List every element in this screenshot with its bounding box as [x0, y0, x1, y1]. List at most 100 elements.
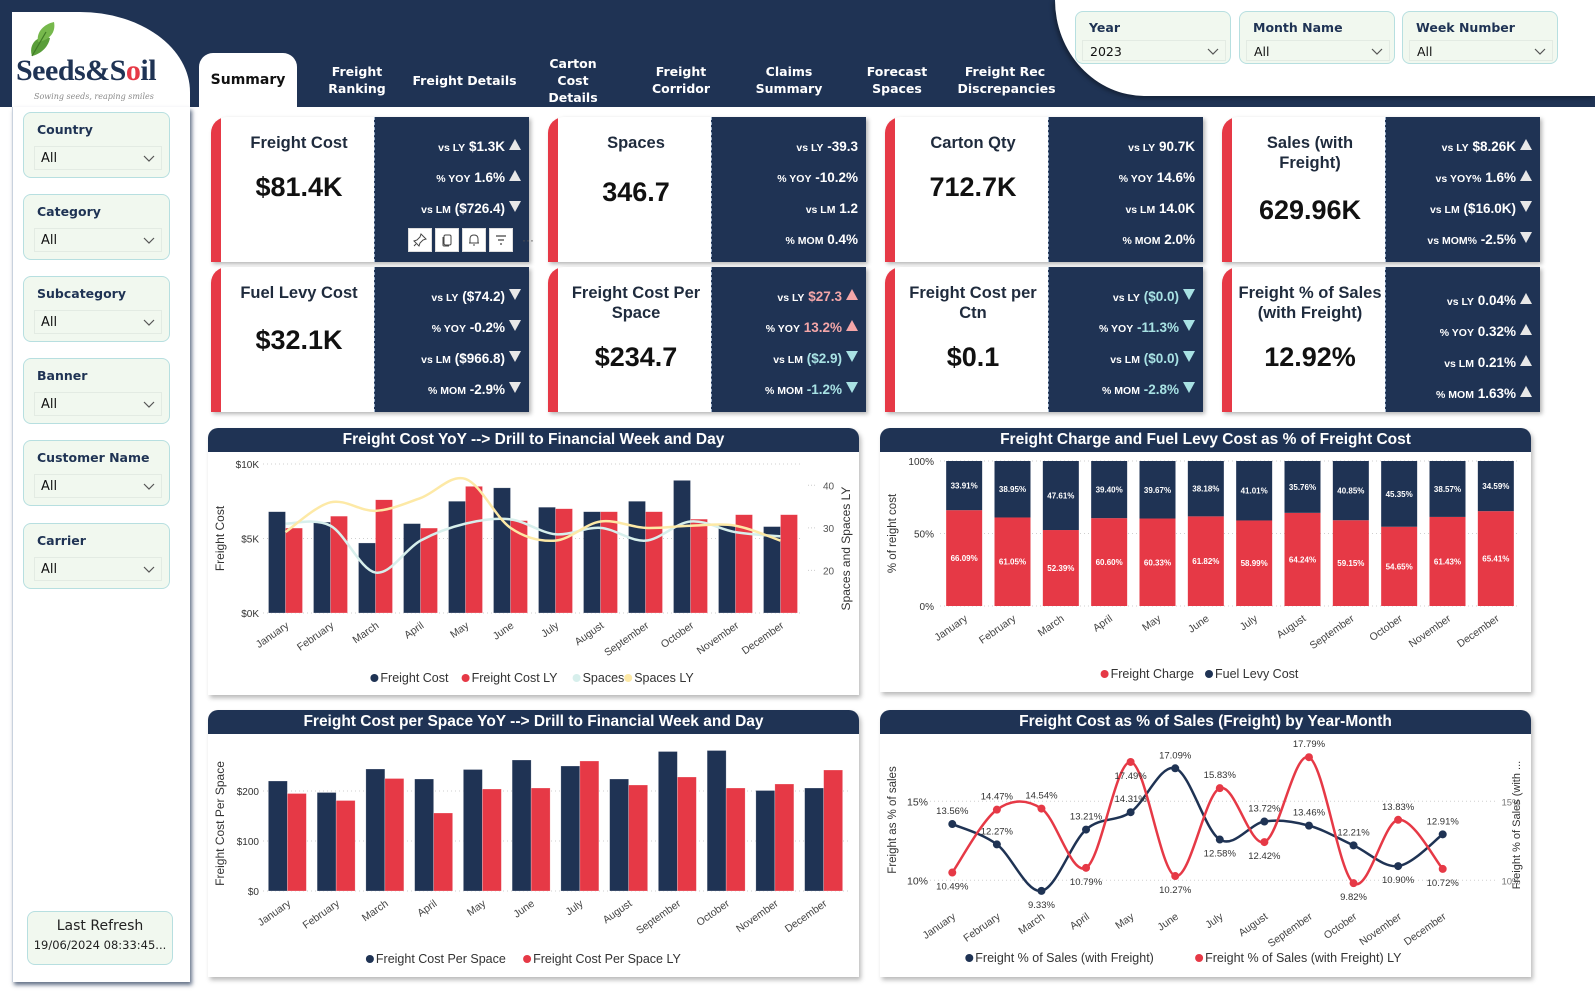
tab-freight-ranking[interactable]: Freight Ranking [310, 53, 404, 107]
bar-freight-cost[interactable] [718, 524, 736, 614]
data-point[interactable] [1082, 863, 1091, 872]
kpi-card-sales-with-freight[interactable]: Sales (with Freight) 629.96K vs LY $8.26K v… [1222, 117, 1540, 262]
more-options-icon[interactable]: ··· [516, 228, 540, 252]
legend-label[interactable]: Spaces [583, 671, 625, 685]
legend-label[interactable]: Freight % of Sales (with Freight) LY [1205, 951, 1402, 965]
bar-freight-cost[interactable] [268, 511, 286, 614]
bar-freight-cost-per-space[interactable] [658, 751, 678, 892]
bar-freight-cost-per-space-ly[interactable] [628, 784, 648, 892]
data-point[interactable] [1349, 879, 1358, 888]
data-point[interactable] [1260, 817, 1269, 826]
filter-icon[interactable] [489, 228, 513, 252]
tab-freight-rec-discrepancies[interactable]: Freight Rec Discrepancies [955, 53, 1056, 107]
data-point[interactable] [1394, 862, 1403, 871]
bar-freight-cost-per-space[interactable] [804, 787, 824, 892]
data-point[interactable] [992, 805, 1001, 814]
copy-icon[interactable] [435, 228, 459, 252]
bar-freight-cost-per-space-ly[interactable] [579, 760, 600, 892]
tab-freight-details[interactable]: Freight Details [412, 53, 517, 107]
carrier-slicer[interactable]: Carrier All [23, 523, 170, 589]
carrier-dropdown[interactable]: All [34, 557, 162, 581]
category-dropdown[interactable]: All [34, 228, 162, 252]
data-point[interactable] [1171, 764, 1180, 773]
tab-summary[interactable]: Summary [199, 53, 297, 107]
bar-freight-cost-ly[interactable] [690, 518, 708, 614]
week-number-dropdown[interactable]: All [1409, 40, 1553, 61]
bar-freight-cost-per-space[interactable] [755, 790, 776, 892]
bar-freight-cost-ly[interactable] [420, 527, 438, 614]
data-point[interactable] [1171, 872, 1180, 881]
bar-freight-cost-ly[interactable] [465, 486, 483, 614]
bar-freight-cost-ly[interactable] [600, 511, 618, 614]
data-point[interactable] [1260, 838, 1269, 847]
bell-icon[interactable] [462, 228, 486, 252]
data-point[interactable] [1126, 757, 1135, 766]
bar-freight-cost-per-space[interactable] [463, 769, 483, 892]
bar-freight-cost-per-space[interactable] [365, 768, 386, 892]
data-point[interactable] [948, 820, 957, 829]
freight-cost-yoy-chart[interactable]: $0K $5K $10K 20 30 40 Freight Cost Spaces and S… [208, 452, 859, 695]
freight-cost-pct-sales-chart[interactable]: 10% 10%15% 15%Freight as % of sales Freight… [880, 734, 1531, 977]
tab-forecast-spaces[interactable]: Forecast Spaces [852, 53, 942, 107]
bar-freight-cost-per-space-ly[interactable] [774, 783, 795, 892]
data-point[interactable] [1438, 864, 1447, 873]
data-point[interactable] [1082, 825, 1091, 834]
legend-label[interactable]: Freight % of Sales (with Freight) [975, 951, 1154, 965]
data-point[interactable] [1126, 808, 1135, 817]
data-point[interactable] [1215, 835, 1224, 844]
bar-freight-cost[interactable] [493, 487, 511, 614]
legend-label[interactable]: Fuel Levy Cost [1215, 667, 1299, 681]
banner-dropdown[interactable]: All [34, 392, 162, 416]
bar-freight-cost-ly[interactable] [780, 514, 798, 614]
data-point[interactable] [992, 840, 1001, 849]
bar-freight-cost-per-space-ly[interactable] [433, 812, 453, 892]
subcategory-slicer[interactable]: Subcategory All [23, 276, 170, 342]
bar-freight-cost[interactable] [358, 542, 376, 614]
kpi-card-freight-cost-per-ctn[interactable]: Freight Cost per Ctn $0.1 vs LY ($0.0) % YO… [885, 267, 1203, 412]
legend-label[interactable]: Freight Cost Per Space LY [533, 952, 681, 966]
customer-name-slicer[interactable]: Customer Name All [23, 440, 170, 506]
bar-freight-cost[interactable] [628, 501, 646, 614]
tab-carton-cost-details[interactable]: Carton Cost Details [526, 53, 620, 107]
data-point[interactable] [1349, 841, 1358, 850]
year-slicer[interactable]: Year 2023 [1075, 11, 1231, 64]
bar-freight-cost-per-space-ly[interactable] [530, 787, 551, 892]
bar-freight-cost[interactable] [313, 521, 331, 614]
data-point[interactable] [1394, 815, 1403, 824]
category-slicer[interactable]: Category All [23, 194, 170, 260]
bar-freight-cost-per-space-ly[interactable] [677, 776, 697, 892]
bar-freight-cost-per-space[interactable] [268, 780, 288, 892]
bar-freight-cost-per-space[interactable] [511, 759, 532, 892]
bar-freight-cost-ly[interactable] [330, 515, 348, 614]
legend-label[interactable]: Freight Charge [1111, 667, 1194, 681]
bar-freight-cost-per-space[interactable] [316, 792, 337, 892]
legend-label[interactable]: Freight Cost Per Space [376, 952, 506, 966]
legend-label[interactable]: Spaces LY [634, 671, 694, 685]
bar-freight-cost-per-space[interactable] [609, 778, 629, 892]
kpi-card-freight-cost-per-space[interactable]: Freight Cost Per Space $234.7 vs LY $27.3%… [548, 267, 866, 412]
banner-slicer[interactable]: Banner All [23, 358, 170, 424]
data-point[interactable] [1304, 821, 1313, 830]
bar-freight-cost-per-space[interactable] [706, 750, 727, 892]
month-name-slicer[interactable]: Month Name All [1239, 11, 1395, 64]
bar-freight-cost-per-space-ly[interactable] [384, 778, 405, 892]
kpi-card-spaces[interactable]: Spaces 346.7 vs LY -39.3 % YOY -10.2% vs LM … [548, 117, 866, 262]
data-point[interactable] [948, 868, 957, 877]
bar-freight-cost[interactable] [403, 523, 421, 614]
bar-freight-cost-ly[interactable] [555, 508, 573, 614]
tab-freight-corridor[interactable]: Freight Corridor [636, 53, 726, 107]
country-dropdown[interactable]: All [34, 146, 162, 170]
pin-icon[interactable] [408, 228, 432, 252]
data-point[interactable] [1037, 886, 1046, 895]
data-point[interactable] [1438, 830, 1447, 839]
tab-claims-summary[interactable]: Claims Summary [744, 53, 834, 107]
bar-freight-cost-ly[interactable] [375, 499, 393, 614]
month-name-dropdown[interactable]: All [1246, 40, 1390, 61]
bar-freight-cost-per-space-ly[interactable] [725, 787, 746, 892]
bar-freight-cost-per-space-ly[interactable] [335, 800, 356, 892]
bar-freight-cost-ly[interactable] [285, 527, 303, 614]
bar-freight-cost[interactable] [448, 501, 466, 614]
bar-freight-cost-per-space-ly[interactable] [823, 769, 843, 892]
bar-freight-cost[interactable] [673, 480, 691, 614]
kpi-card-freight-of-sales-with-freight[interactable]: Freight % of Sales (with Freight) 12.92% v… [1222, 267, 1540, 412]
